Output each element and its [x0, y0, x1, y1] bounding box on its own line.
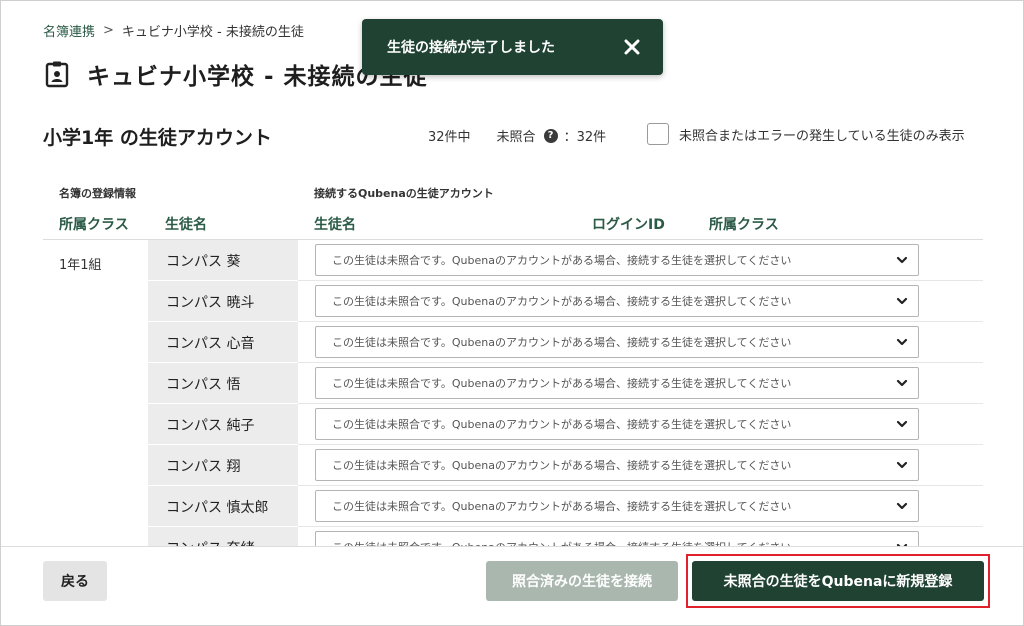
col-header-qubena-class: 所属クラス	[709, 217, 779, 233]
table-row: コンパス 奈緒 この生徒は未照合です。Qubenaのアカウントがある場合、接続する…	[148, 527, 983, 546]
select-placeholder: この生徒は未照合です。Qubenaのアカウントがある場合、接続する生徒を選択して…	[332, 254, 792, 267]
app-frame: 名簿連携 > キュビナ小学校 - 未接続の生徒 キュビナ小学校 - 未接続の生徒…	[0, 0, 1024, 626]
breadcrumb-current: キュビナ小学校 - 未接続の生徒	[121, 25, 304, 40]
select-placeholder: この生徒は未照合です。Qubenaのアカウントがある場合、接続する生徒を選択して…	[332, 459, 792, 472]
table-row: コンパス 悟 この生徒は未照合です。Qubenaのアカウントがある場合、接続する生…	[148, 363, 983, 404]
breadcrumb-root-link[interactable]: 名簿連携	[43, 21, 95, 40]
footer-divider	[1, 546, 1023, 547]
student-match-select[interactable]: この生徒は未照合です。Qubenaのアカウントがある場合、接続する生徒を選択して…	[315, 244, 919, 276]
student-match-select[interactable]: この生徒は未照合です。Qubenaのアカウントがある場合、接続する生徒を選択して…	[315, 449, 919, 481]
back-button[interactable]: 戻る	[43, 561, 107, 601]
table-row: コンパス 暁斗 この生徒は未照合です。Qubenaのアカウントがある場合、接続する…	[148, 281, 983, 322]
filter-label: 未照合またはエラーの発生している生徒のみ表示	[679, 128, 965, 144]
select-placeholder: この生徒は未照合です。Qubenaのアカウントがある場合、接続する生徒を選択して…	[332, 336, 792, 349]
qubena-group-label: 接続するQubenaの生徒アカウント	[314, 187, 494, 200]
chevron-down-icon	[896, 420, 908, 428]
chevron-down-icon	[896, 338, 908, 346]
count-summary: 32件中 未照合 ? ：32件	[428, 126, 606, 145]
chevron-down-icon	[896, 379, 908, 387]
col-header-class: 所属クラス	[59, 217, 129, 233]
student-name: コンパス 心音	[166, 336, 255, 352]
col-header-qubena-name: 生徒名	[314, 217, 356, 233]
student-match-select[interactable]: この生徒は未照合です。Qubenaのアカウントがある場合、接続する生徒を選択して…	[315, 490, 919, 522]
col-header-login-id: ログインID	[592, 217, 665, 233]
table-row: コンパス 葵 この生徒は未照合です。Qubenaのアカウントがある場合、接続する生…	[148, 240, 983, 281]
student-match-select[interactable]: この生徒は未照合です。Qubenaのアカウントがある場合、接続する生徒を選択して…	[315, 285, 919, 317]
connect-matched-button[interactable]: 照合済みの生徒を接続	[486, 561, 678, 601]
table-row: コンパス 翔 この生徒は未照合です。Qubenaのアカウントがある場合、接続する生…	[148, 445, 983, 486]
breadcrumb: 名簿連携 > キュビナ小学校 - 未接続の生徒	[43, 21, 304, 40]
student-name: コンパス 悟	[166, 377, 241, 393]
student-match-select[interactable]: この生徒は未照合です。Qubenaのアカウントがある場合、接続する生徒を選択して…	[315, 531, 919, 546]
select-placeholder: この生徒は未照合です。Qubenaのアカウントがある場合、接続する生徒を選択して…	[332, 418, 792, 431]
select-placeholder: この生徒は未照合です。Qubenaのアカウントがある場合、接続する生徒を選択して…	[332, 500, 792, 513]
select-placeholder: この生徒は未照合です。Qubenaのアカウントがある場合、接続する生徒を選択して…	[332, 295, 792, 308]
student-name: コンパス 葵	[166, 254, 241, 270]
student-table: 1年1組 コンパス 葵この生徒は未照合です。Qubenaのアカウントがある場合、…	[43, 240, 983, 546]
chevron-down-icon	[896, 461, 908, 469]
col-header-name: 生徒名	[165, 217, 207, 233]
class-cell: 1年1組	[59, 258, 102, 273]
student-name: コンパス 奈緒	[166, 538, 254, 546]
table-row: コンパス 純子 この生徒は未照合です。Qubenaのアカウントがある場合、接続する…	[148, 404, 983, 445]
register-unmatched-button[interactable]: 未照合の生徒をQubenaに新規登録	[692, 561, 984, 601]
table-row: コンパス 慎太郎 この生徒は未照合です。Qubenaのアカウントがある場合、接続す…	[148, 486, 983, 527]
roster-group-label: 名簿の登録情報	[59, 187, 136, 200]
unmatched-filter[interactable]: 未照合またはエラーの発生している生徒のみ表示	[647, 123, 965, 145]
chevron-down-icon	[896, 502, 908, 510]
close-icon[interactable]	[621, 36, 643, 58]
select-placeholder: この生徒は未照合です。Qubenaのアカウントがある場合、接続する生徒を選択して…	[332, 377, 792, 390]
student-name: コンパス 純子	[166, 418, 255, 434]
student-name: コンパス 翔	[166, 459, 241, 475]
section-title: 小学1年 の生徒アカウント	[43, 127, 272, 149]
breadcrumb-separator: >	[103, 23, 114, 38]
unmatched-count: ：32件	[563, 130, 607, 145]
unmatched-label: 未照合	[496, 130, 536, 145]
toast-message: 生徒の接続が完了しました	[387, 40, 555, 56]
id-badge-icon	[45, 60, 69, 88]
chevron-down-icon	[896, 256, 908, 264]
student-match-select[interactable]: この生徒は未照合です。Qubenaのアカウントがある場合、接続する生徒を選択して…	[315, 408, 919, 440]
table-row: コンパス 心音 この生徒は未照合です。Qubenaのアカウントがある場合、接続する…	[148, 322, 983, 363]
student-name: コンパス 慎太郎	[166, 500, 269, 516]
help-icon[interactable]: ?	[543, 128, 558, 143]
total-count: 32件中	[428, 130, 471, 145]
student-match-select[interactable]: この生徒は未照合です。Qubenaのアカウントがある場合、接続する生徒を選択して…	[315, 367, 919, 399]
student-name: コンパス 暁斗	[166, 295, 255, 311]
filter-checkbox[interactable]	[647, 123, 669, 145]
select-placeholder: この生徒は未照合です。Qubenaのアカウントがある場合、接続する生徒を選択して…	[332, 539, 791, 546]
chevron-down-icon	[896, 297, 908, 305]
student-match-select[interactable]: この生徒は未照合です。Qubenaのアカウントがある場合、接続する生徒を選択して…	[315, 326, 919, 358]
success-toast: 生徒の接続が完了しました	[362, 19, 663, 75]
